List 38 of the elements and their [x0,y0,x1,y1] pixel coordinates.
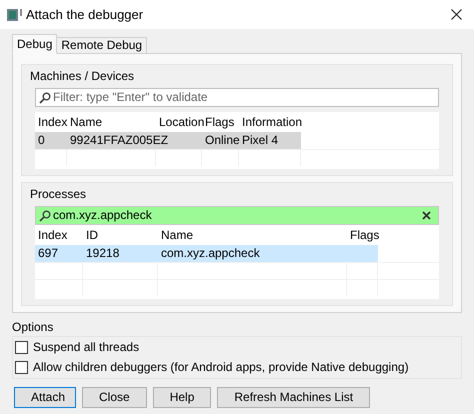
group-title: Options [12,319,54,336]
table-row[interactable]: 697 19218 com.xyz.appcheck [35,245,378,262]
checkbox[interactable] [15,361,28,374]
column-header[interactable]: Index [35,228,83,242]
column-header[interactable]: Name [158,228,347,242]
dialog-button[interactable]: Close [82,387,147,408]
table-cell: com.xyz.appcheck [161,246,260,261]
clear-icon[interactable] [422,211,431,220]
column-header[interactable]: Location [156,114,202,130]
filter-field[interactable]: Filter: type "Enter" to validate [35,88,439,107]
table-cell: Pixel 4 [242,133,278,148]
column-header[interactable]: ID [83,228,158,242]
table-cell: Online [205,133,240,148]
search-icon [39,92,51,104]
table-row[interactable]: 0 99241FFAZ005EZ Online Pixel 4 [35,132,301,149]
column-header[interactable]: Flags [347,228,378,242]
tab[interactable]: Debug [12,34,58,54]
window-title: Attach the debugger [26,7,144,22]
checkbox-label: Allow children debuggers (for Android apps, provide Native debugging) [33,360,409,375]
checkbox-label: Suspend all threads [33,340,140,355]
filter-field[interactable]: com.xyz.appcheck [35,206,439,225]
table-cell: 99241FFAZ005EZ [70,133,168,148]
table-cell: 19218 [86,246,120,261]
column-header[interactable]: Index [35,114,67,130]
table-cell: 697 [38,246,58,261]
checkbox[interactable] [15,341,28,354]
table-cell: 0 [38,133,45,148]
column-header[interactable]: Name [67,114,156,130]
column-header[interactable]: Information [239,114,301,130]
group-title: Processes [30,186,88,203]
app-icon [7,8,23,20]
close-icon[interactable] [451,9,462,20]
dialog-button[interactable]: Attach [14,387,76,408]
tab[interactable]: Remote Debug [57,37,148,54]
dialog-button[interactable]: Help [152,387,212,408]
dialog-button[interactable]: Refresh Machines List [217,387,370,408]
search-icon [39,210,51,222]
group-title: Machines / Devices [30,68,136,85]
